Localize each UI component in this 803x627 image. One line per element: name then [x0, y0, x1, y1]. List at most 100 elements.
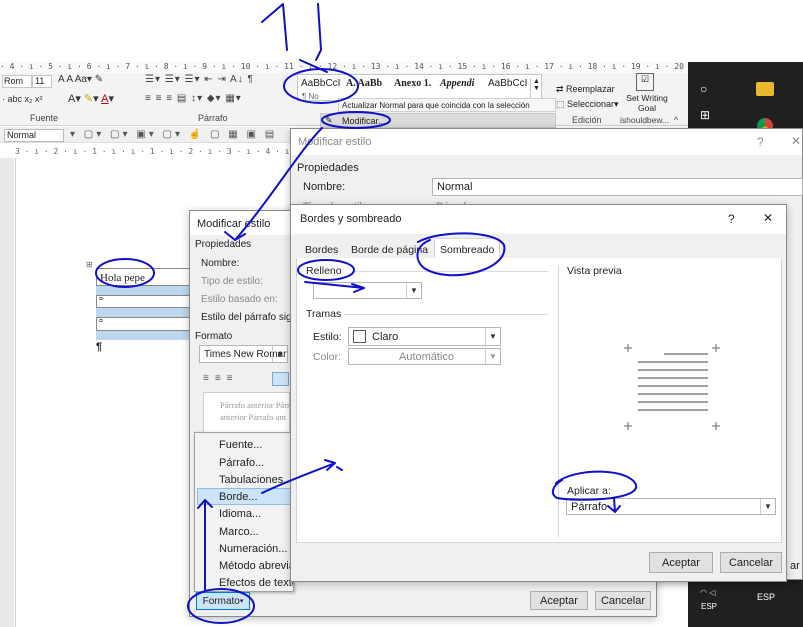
- writing-goal-button[interactable]: Set Writing Goal: [624, 93, 670, 113]
- align-buttons-icon[interactable]: ≡ ≡ ≡ ▤ ↕▾ ◆▾ ▦▾: [145, 93, 242, 104]
- update-style-tooltip[interactable]: Actualizar Normal para que coincida con …: [338, 98, 556, 112]
- table-cell-3[interactable]: ¤: [96, 317, 194, 331]
- chevron-down-icon: ▼: [406, 283, 421, 298]
- style-anexo[interactable]: Anexo 1.: [394, 78, 431, 89]
- table-cell-2[interactable]: ¤: [96, 295, 194, 308]
- menu-idioma[interactable]: Idioma...: [219, 508, 261, 520]
- chevron-down-icon: ▼: [760, 499, 775, 514]
- tramas-label: Tramas: [306, 308, 342, 320]
- group-label-edit: Edición: [572, 115, 602, 125]
- table-shading-1: [96, 286, 194, 295]
- style-normal-label: ¶ No: [302, 92, 319, 101]
- chevron-down-icon: ▼: [485, 349, 500, 364]
- chevron-down-icon: ▼: [272, 346, 287, 362]
- taskbar-circle-icon[interactable]: ○: [700, 82, 707, 96]
- font-name-box[interactable]: Rom: [2, 75, 32, 88]
- modify-back-partial-button[interactable]: ar: [790, 560, 800, 572]
- highlight-icon[interactable]: ✎: [84, 93, 93, 105]
- font-size-box[interactable]: 11: [32, 75, 52, 88]
- pattern-color-dropdown[interactable]: Automático ▼: [348, 348, 501, 365]
- justify-icon[interactable]: [272, 372, 289, 386]
- menu-parrafo[interactable]: Párrafo...: [219, 457, 264, 469]
- taskbar-lang-2[interactable]: ESP: [757, 592, 775, 602]
- menu-tabulaciones[interactable]: Tabulaciones...: [219, 474, 292, 486]
- table-cell-1[interactable]: Hola pepe: [96, 268, 194, 286]
- text-effects-icon[interactable]: A▾ ✎▾ A▾: [68, 92, 114, 105]
- borders-cancel-button[interactable]: Cancelar: [720, 552, 782, 573]
- preview-graphic: [624, 344, 720, 430]
- font-color-icon[interactable]: A: [101, 93, 108, 105]
- borders-help-icon[interactable]: ?: [728, 212, 735, 226]
- group-label-paragraph: Párrafo: [198, 113, 228, 123]
- preview-label: Vista previa: [567, 265, 622, 277]
- modify-front-cancel-button[interactable]: Cancelar: [595, 591, 651, 610]
- format-menu: Fuente... Párrafo... Tabulaciones... Bor…: [194, 432, 294, 592]
- modify-item-label[interactable]: Modificar...: [342, 116, 386, 126]
- taskbar-taskview-icon[interactable]: ⊞: [700, 108, 710, 122]
- modify-back-name-field[interactable]: Normal: [432, 178, 803, 196]
- format-button[interactable]: Formato ▾: [196, 592, 250, 610]
- style-box[interactable]: Normal: [4, 129, 64, 142]
- font-dropdown[interactable]: Times New Roman ▼: [199, 345, 288, 363]
- style-normal[interactable]: AaBbCcI: [301, 78, 340, 89]
- tramas-line: [344, 314, 548, 315]
- style-preview-text: Párrafo anterior Párr anterior Párrafo a…: [220, 400, 290, 422]
- modify-front-section: Propiedades: [195, 239, 252, 250]
- modify-icon: ✎: [325, 115, 333, 125]
- menu-borde[interactable]: Borde...: [219, 491, 258, 503]
- strike-sub-sup-icon[interactable]: · abc x₂ x²: [2, 94, 43, 104]
- modify-back-title: Modificar estilo: [298, 136, 372, 148]
- style-heading1[interactable]: A. AaBb: [346, 78, 382, 89]
- table-shading-3: [96, 331, 194, 340]
- relleno-label: Relleno: [306, 265, 342, 277]
- wifi-icon[interactable]: ◠ ◁: [700, 588, 715, 597]
- apply-to-dropdown[interactable]: Párrafo ▼: [566, 498, 776, 515]
- left-ruler: 3 · ı · 2 · ı · 1 · ı · ı · 1 · ı · 2 · …: [15, 147, 295, 156]
- modify-back-name-label: Nombre:: [303, 181, 346, 193]
- borders-close-icon[interactable]: ✕: [763, 211, 773, 225]
- replace-button[interactable]: ⇄ Reemplazar: [556, 84, 615, 95]
- user-label: ishouldbew...: [620, 115, 670, 125]
- collapse-ribbon-icon[interactable]: ^: [674, 115, 678, 125]
- modify-front-based-label: Estilo basado en:: [201, 294, 278, 305]
- gallery-more-icon[interactable]: ▲ ▼: [530, 78, 542, 100]
- pattern-style-dropdown[interactable]: Claro ▼: [348, 327, 501, 346]
- menu-numeracion[interactable]: Numeración...: [219, 543, 287, 555]
- menu-fuente[interactable]: Fuente...: [219, 439, 262, 451]
- select-icon: ⬚: [556, 99, 568, 109]
- annotation-digit-one: [261, 3, 288, 51]
- list-buttons-icon[interactable]: ☰▾ ☰▾ ☰▾ ⇤ ⇥ A↓ ¶: [145, 74, 254, 85]
- modify-front-title: Modificar estilo: [197, 218, 271, 230]
- modify-front-format-section: Formato: [195, 331, 233, 342]
- tab-sombreado[interactable]: Sombreado: [434, 238, 500, 259]
- table-shading-2: [96, 308, 194, 317]
- menu-metodo[interactable]: Método abreviado: [219, 560, 293, 572]
- taskbar-lang-1[interactable]: ESP: [701, 602, 717, 611]
- table-move-icon[interactable]: ⊞: [86, 260, 93, 269]
- menu-marco[interactable]: Marco...: [219, 526, 259, 538]
- fill-color-dropdown[interactable]: ▼: [313, 282, 422, 299]
- select-button[interactable]: ⬚ Seleccionar▾: [556, 99, 619, 110]
- modify-back-section: Propiedades: [297, 162, 359, 174]
- writing-goal-icon[interactable]: ☑: [636, 73, 654, 91]
- style-appendix[interactable]: Appendi: [440, 78, 474, 89]
- modify-back-help-icon[interactable]: ?: [757, 135, 764, 149]
- tab-bordes[interactable]: Bordes: [299, 241, 343, 258]
- modify-back-close-icon[interactable]: ✕: [791, 134, 801, 148]
- style-5[interactable]: AaBbCcI: [488, 78, 527, 89]
- borders-ok-button[interactable]: Aceptar: [649, 552, 713, 573]
- pilcrow: ¶: [96, 341, 103, 353]
- chevron-down-icon: ▼: [485, 328, 500, 345]
- modify-front-ok-button[interactable]: Aceptar: [530, 591, 588, 610]
- group-label-font: Fuente: [30, 113, 59, 123]
- preview-divider: [558, 265, 559, 537]
- file-explorer-icon[interactable]: [756, 82, 774, 96]
- align-icons[interactable]: ≡≡≡: [203, 373, 239, 384]
- quick-access-icons[interactable]: ▾ ▢▾ ▢▾ ▣▾ ▢▾ ☝ ▢ ▦ ▣ ▤: [70, 129, 277, 140]
- pattern-swatch: [353, 330, 366, 343]
- replace-icon: ⇄: [556, 84, 567, 94]
- tab-borde-pagina[interactable]: Borde de página: [345, 241, 433, 258]
- grow-shrink-font-icon[interactable]: A A Aa▾ ✎: [58, 74, 103, 85]
- chevron-down-icon: ▾: [239, 598, 244, 605]
- menu-efectos[interactable]: Efectos de texto:: [219, 577, 293, 589]
